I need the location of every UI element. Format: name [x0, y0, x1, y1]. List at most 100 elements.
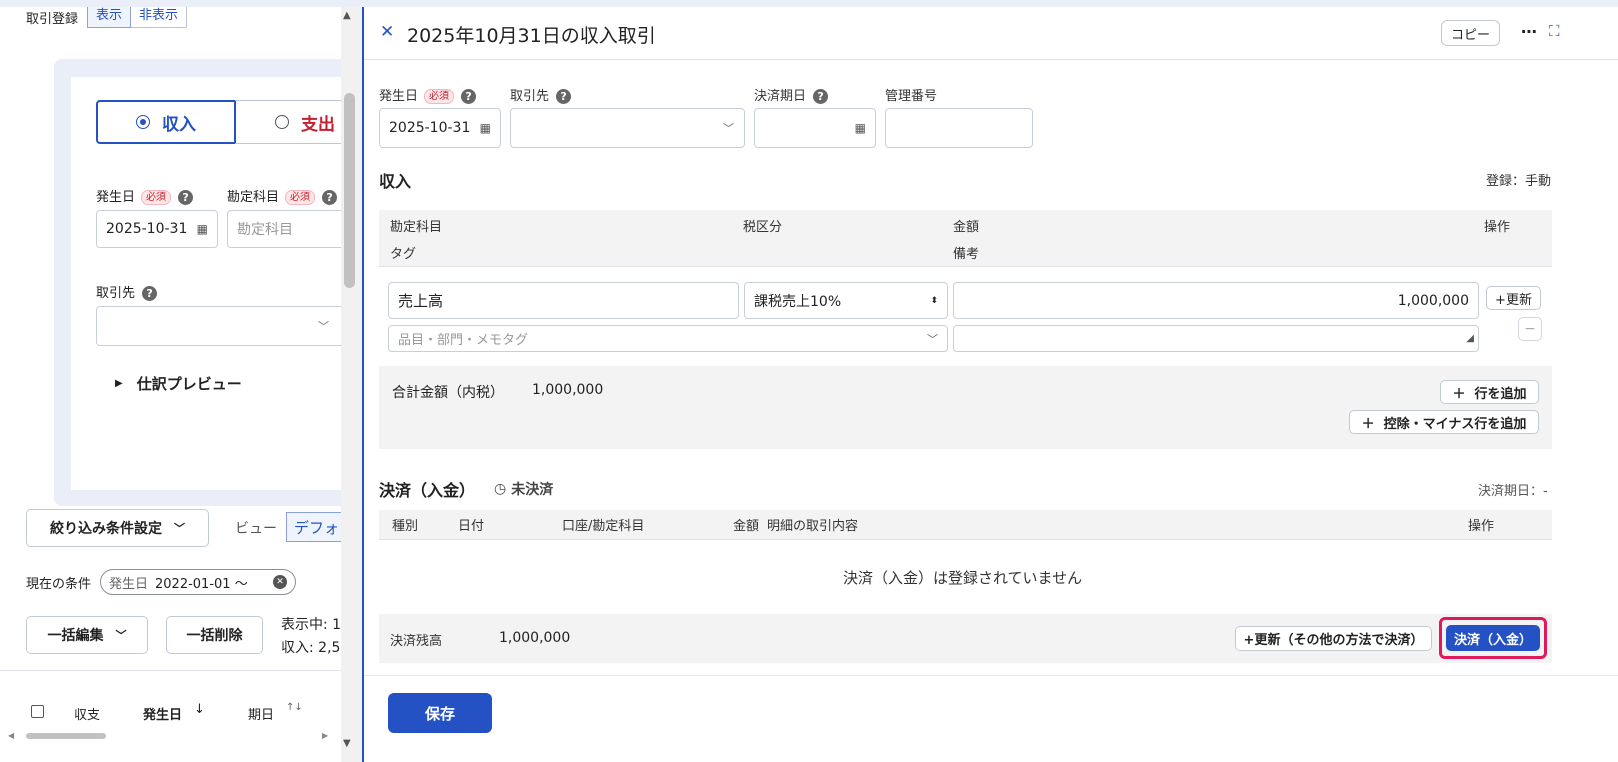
- total-label: 合計金額（内税）: [392, 385, 504, 401]
- sort-icon[interactable]: ↑↓: [286, 702, 303, 713]
- chevron-down-icon: ﹀: [318, 320, 329, 333]
- showing-count: 表示中: 1: [281, 617, 342, 633]
- bulk-edit-button[interactable]: 一括編集 ﹀: [26, 616, 148, 654]
- col-action: 操作: [1484, 220, 1511, 235]
- s-col-detail: 明細の取引内容: [767, 519, 859, 534]
- chevron-down-icon: ﹀: [174, 522, 185, 535]
- date-input[interactable]: 2025-10-31 ▦: [379, 108, 501, 148]
- show-toggle[interactable]: 表示: [87, 7, 132, 28]
- col-account: 勘定科目: [390, 220, 443, 235]
- help-icon[interactable]: ?: [178, 190, 194, 205]
- mgmt-number-input[interactable]: [885, 108, 1033, 148]
- col-note: 備考: [953, 247, 980, 262]
- minus-icon: −: [1524, 321, 1536, 337]
- clock-icon: ◷: [494, 481, 507, 497]
- col-date[interactable]: 発生日: [143, 704, 182, 723]
- partner-label-text: 取引先: [96, 286, 136, 301]
- due-date-input[interactable]: ▦: [754, 108, 876, 148]
- balance-value: 1,000,000: [499, 630, 571, 646]
- col-tag: タグ: [390, 247, 417, 262]
- select-arrows-icon: ⬍: [930, 295, 938, 306]
- add-deduction-button[interactable]: ＋ 控除・マイナス行を追加: [1349, 410, 1539, 434]
- row-update-button[interactable]: +更新: [1486, 286, 1541, 310]
- header-divider: [364, 59, 1618, 60]
- date-field-label: 発生日 必須?: [379, 85, 477, 104]
- journal-preview-toggle[interactable]: ▶ 仕訳プレビュー: [115, 373, 242, 394]
- scroll-left-icon[interactable]: ◀: [8, 731, 14, 740]
- partner-select[interactable]: ﹀: [510, 108, 745, 148]
- resize-handle-icon[interactable]: ◢: [1466, 333, 1474, 344]
- horizontal-scrollbar[interactable]: [26, 733, 106, 739]
- calendar-icon[interactable]: ▦: [855, 121, 866, 135]
- preview-label: 仕訳プレビュー: [136, 375, 242, 393]
- row-tax-select[interactable]: 課税売上10% ⬍: [744, 282, 948, 319]
- required-badge: 必須: [141, 190, 172, 205]
- date-input[interactable]: 2025-10-31 ▦: [96, 210, 218, 248]
- select-all-checkbox[interactable]: [31, 705, 44, 718]
- settlement-due: 決済期日：-: [1478, 484, 1548, 499]
- filter-settings-button[interactable]: 絞り込み条件設定 ﹀: [26, 509, 209, 547]
- settle-button[interactable]: 決済（入金）: [1446, 625, 1540, 651]
- plus-icon: ＋: [1452, 386, 1466, 402]
- calendar-icon[interactable]: ▦: [197, 222, 208, 236]
- due-label-text: 決済期日: [754, 89, 807, 104]
- row-tag-select[interactable]: 品目・部門・メモタグ ﹀: [388, 325, 948, 352]
- panel-title: 2025年10月31日の収入取引: [407, 25, 656, 47]
- expense-radio[interactable]: 支出: [235, 100, 350, 144]
- radio-checked-icon: [136, 115, 150, 129]
- hide-toggle[interactable]: 非表示: [131, 7, 188, 28]
- partner-select[interactable]: ﹀: [96, 306, 346, 346]
- sort-desc-icon[interactable]: ↓: [194, 702, 205, 717]
- help-icon[interactable]: ?: [461, 89, 477, 104]
- unsettled-status: ◷ 未決済: [494, 479, 553, 499]
- row-account-input[interactable]: 売上高: [388, 282, 739, 319]
- s-col-account: 口座/勘定科目: [562, 519, 645, 534]
- more-icon[interactable]: ⋯: [1521, 22, 1537, 41]
- copy-button[interactable]: コピー: [1441, 20, 1500, 46]
- partner-field-label: 取引先?: [510, 85, 572, 104]
- scrollbar-thumb[interactable]: [344, 93, 355, 288]
- scroll-down-icon[interactable]: ▼: [343, 738, 351, 749]
- account-placeholder: 勘定科目: [237, 222, 293, 238]
- account-label-text: 勘定科目: [227, 190, 280, 205]
- condition-key: 発生日: [109, 576, 149, 592]
- remove-row-button[interactable]: −: [1518, 317, 1542, 341]
- col-amount: 金額: [953, 220, 980, 235]
- account-input[interactable]: 勘定科目: [227, 210, 350, 248]
- help-icon[interactable]: ?: [322, 190, 338, 205]
- income-radio-label: 収入: [162, 114, 196, 135]
- filter-button-label: 絞り込み条件設定: [50, 521, 162, 537]
- show-hide-toggle: 表示 非表示: [87, 7, 188, 28]
- plus-icon: ＋: [1361, 416, 1375, 432]
- add-row-label: 行を追加: [1474, 386, 1527, 402]
- chevron-down-icon: ﹀: [115, 629, 127, 642]
- col-type: 収支: [74, 708, 101, 723]
- due-field-label: 決済期日?: [754, 85, 829, 104]
- save-button[interactable]: 保存: [388, 693, 492, 733]
- update-other-button[interactable]: +更新（その他の方法で決済）: [1235, 626, 1432, 651]
- condition-value: 2022-01-01 〜: [155, 576, 248, 592]
- help-icon[interactable]: ?: [556, 89, 572, 104]
- close-circle-icon[interactable]: ✕: [273, 575, 287, 589]
- help-icon[interactable]: ?: [142, 286, 158, 301]
- expand-icon[interactable]: ⛶: [1549, 22, 1560, 40]
- partner-label-text: 取引先: [510, 89, 550, 104]
- row-amount-input[interactable]: 1,000,000: [953, 282, 1479, 319]
- current-condition-label: 現在の条件: [26, 577, 92, 592]
- s-col-date: 日付: [458, 519, 485, 534]
- help-icon[interactable]: ?: [813, 89, 829, 104]
- col-tax: 税区分: [743, 220, 783, 235]
- add-row-button[interactable]: ＋ 行を追加: [1440, 380, 1539, 404]
- date-label-text: 発生日: [379, 89, 419, 104]
- col-due[interactable]: 期日: [248, 704, 274, 723]
- scroll-up-icon[interactable]: ▲: [343, 10, 351, 21]
- close-icon[interactable]: ✕: [380, 22, 394, 42]
- income-radio[interactable]: 収入: [96, 100, 236, 144]
- date-field-label: 発生日 必須?: [96, 186, 194, 205]
- bulk-delete-button[interactable]: 一括削除: [166, 616, 263, 654]
- calendar-icon[interactable]: ▦: [480, 121, 491, 135]
- tag-placeholder: 品目・部門・メモタグ: [398, 333, 529, 348]
- scroll-right-icon[interactable]: ▶: [322, 731, 328, 740]
- row-note-input[interactable]: ◢: [953, 325, 1479, 352]
- balance-label: 決済残高: [390, 634, 443, 649]
